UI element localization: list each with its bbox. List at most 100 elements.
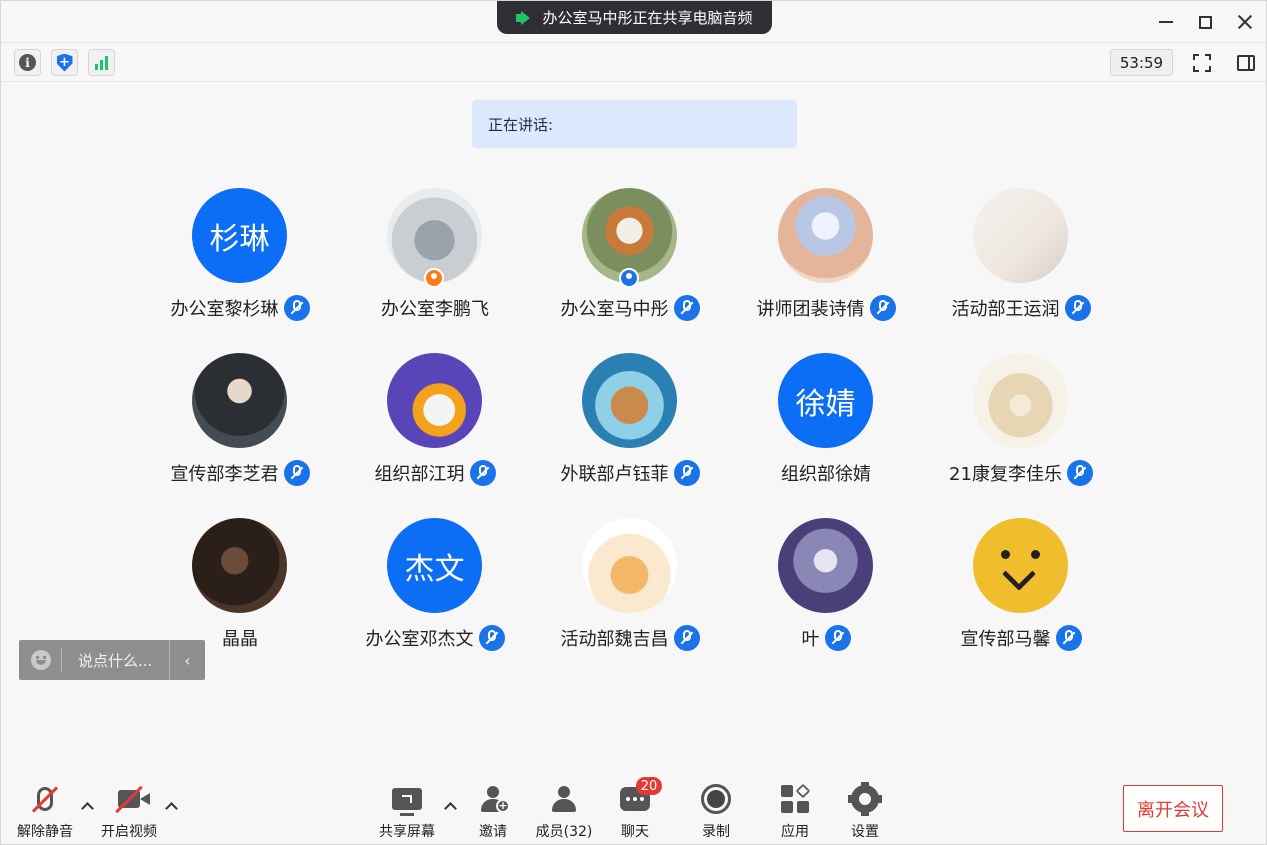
security-button[interactable]: + (51, 49, 78, 76)
mic-muted-icon (283, 295, 310, 321)
host-icon (424, 268, 444, 288)
members-label: 成员(32) (535, 824, 593, 840)
leave-meeting-button[interactable]: 离开会议 (1123, 785, 1223, 832)
record-button[interactable]: 录制 (681, 783, 751, 843)
meeting-toolbar: i + 53:59 (1, 44, 1266, 82)
avatar (973, 353, 1068, 448)
participant-name: 办公室邓杰文 (365, 629, 474, 650)
participant-name: 活动部魏吉昌 (560, 629, 669, 650)
participant-tile[interactable]: 21康复李佳乐 (923, 353, 1119, 493)
participant-name-row: 活动部魏吉昌 (532, 625, 728, 651)
meeting-timer: 53:59 (1110, 49, 1173, 76)
share-options-chevron-up-icon[interactable] (443, 799, 457, 813)
members-button[interactable]: 成员(32) (529, 783, 599, 843)
close-button[interactable] (1232, 9, 1258, 35)
avatar (778, 518, 873, 613)
sidebar-toggle-button[interactable] (1232, 49, 1259, 76)
collapse-chat-button[interactable]: ‹ (169, 640, 205, 680)
speaker-icon (516, 11, 534, 25)
video-options-chevron-up-icon[interactable] (164, 799, 178, 813)
meeting-info-button[interactable]: i (14, 49, 41, 76)
participant-tile[interactable]: 杰文 办公室邓杰文 (337, 518, 533, 658)
minimize-icon (1159, 21, 1173, 23)
chat-input[interactable]: 说点什么... (78, 650, 169, 671)
quick-chat-bar: 说点什么... ‹ (19, 640, 205, 680)
maximize-icon (1198, 15, 1212, 29)
apps-icon (778, 783, 812, 815)
speaking-banner: 正在讲话: (472, 100, 797, 148)
participant-tile[interactable]: 杉琳 办公室黎杉琳 (142, 188, 338, 328)
participant-tile[interactable]: 活动部魏吉昌 (532, 518, 728, 658)
chat-button[interactable]: 20 聊天 (600, 777, 670, 843)
mic-muted-icon (673, 460, 700, 486)
participant-tile[interactable]: 组织部江玥 (337, 353, 533, 493)
participant-name-row: 21康复李佳乐 (923, 460, 1119, 486)
mic-muted-icon (673, 625, 700, 651)
chat-label: 聊天 (621, 824, 649, 840)
avatar (582, 518, 677, 613)
participant-name-row: 办公室李鹏飞 (337, 295, 533, 321)
avatar (973, 518, 1068, 613)
participant-name: 办公室马中彤 (560, 299, 669, 320)
mic-muted-icon (1064, 295, 1091, 321)
invite-label: 邀请 (479, 824, 507, 840)
network-status-button[interactable] (88, 49, 115, 76)
chevron-left-icon: ‹ (184, 650, 191, 670)
participant-name: 宣传部李芝君 (170, 464, 279, 485)
mic-muted-icon (824, 625, 851, 651)
avatar (582, 353, 677, 448)
fullscreen-button[interactable] (1188, 49, 1215, 76)
participant-tile[interactable]: 宣传部马馨 (923, 518, 1119, 658)
mic-muted-icon (283, 460, 310, 486)
avatar: 杉琳 (192, 188, 287, 283)
avatar (387, 353, 482, 448)
minimize-button[interactable] (1153, 9, 1179, 35)
mic-muted-icon (673, 295, 700, 321)
share-screen-icon (390, 783, 424, 816)
participant-name: 宣传部马馨 (960, 629, 1051, 650)
participant-tile[interactable]: 徐婧 组织部徐婧 (728, 353, 924, 493)
emoji-icon[interactable] (31, 650, 51, 670)
audio-options-chevron-up-icon[interactable] (80, 799, 94, 813)
cohost-icon (619, 268, 639, 288)
info-icon: i (19, 54, 36, 71)
participant-name: 办公室黎杉琳 (170, 299, 279, 320)
participant-name-row: 讲师团裴诗倩 (728, 295, 924, 321)
share-screen-button[interactable]: 共享屏幕 (372, 783, 442, 843)
share-screen-label: 共享屏幕 (379, 824, 435, 840)
apps-label: 应用 (781, 824, 809, 840)
participant-name-row: 办公室马中彤 (532, 295, 728, 321)
close-icon (1237, 14, 1253, 30)
participant-name-row: 外联部卢钰菲 (532, 460, 728, 486)
sidebar-icon (1236, 54, 1255, 71)
apps-button[interactable]: 应用 (760, 783, 830, 843)
participant-name-row: 宣传部李芝君 (142, 460, 338, 486)
avatar (192, 518, 287, 613)
participant-name-row: 办公室邓杰文 (337, 625, 533, 651)
settings-label: 设置 (851, 824, 879, 840)
invite-button[interactable]: + 邀请 (458, 783, 528, 843)
start-video-label: 开启视频 (101, 824, 157, 840)
mic-muted-icon (1066, 460, 1093, 486)
members-icon (547, 783, 581, 815)
maximize-button[interactable] (1192, 9, 1218, 35)
participant-name-row: 组织部江玥 (337, 460, 533, 486)
participant-tile[interactable]: 办公室马中彤 (532, 188, 728, 328)
fullscreen-icon (1192, 53, 1211, 72)
start-video-button[interactable]: 开启视频 (94, 783, 164, 843)
participant-tile[interactable]: 叶 (728, 518, 924, 658)
participant-tile[interactable]: 晶晶 (142, 518, 338, 658)
participant-tile[interactable]: 讲师团裴诗倩 (728, 188, 924, 328)
unmute-button[interactable]: 解除静音 (10, 783, 80, 843)
participant-tile[interactable]: 办公室李鹏飞 (337, 188, 533, 328)
participant-tile[interactable]: 宣传部李芝君 (142, 353, 338, 493)
participant-name: 晶晶 (222, 629, 258, 650)
participant-name-row: 办公室黎杉琳 (142, 295, 338, 321)
participant-tile[interactable]: 外联部卢钰菲 (532, 353, 728, 493)
settings-button[interactable]: 设置 (830, 782, 900, 843)
meeting-window: 办公室马中彤正在共享电脑音频 i + 53:59 正在讲话: 杉琳 办公室黎杉琳… (0, 0, 1267, 845)
participant-tile[interactable]: 活动部王运润 (923, 188, 1119, 328)
divider (61, 648, 62, 672)
audio-share-notice: 办公室马中彤正在共享电脑音频 (497, 1, 772, 34)
audio-share-text: 办公室马中彤正在共享电脑音频 (542, 9, 753, 27)
